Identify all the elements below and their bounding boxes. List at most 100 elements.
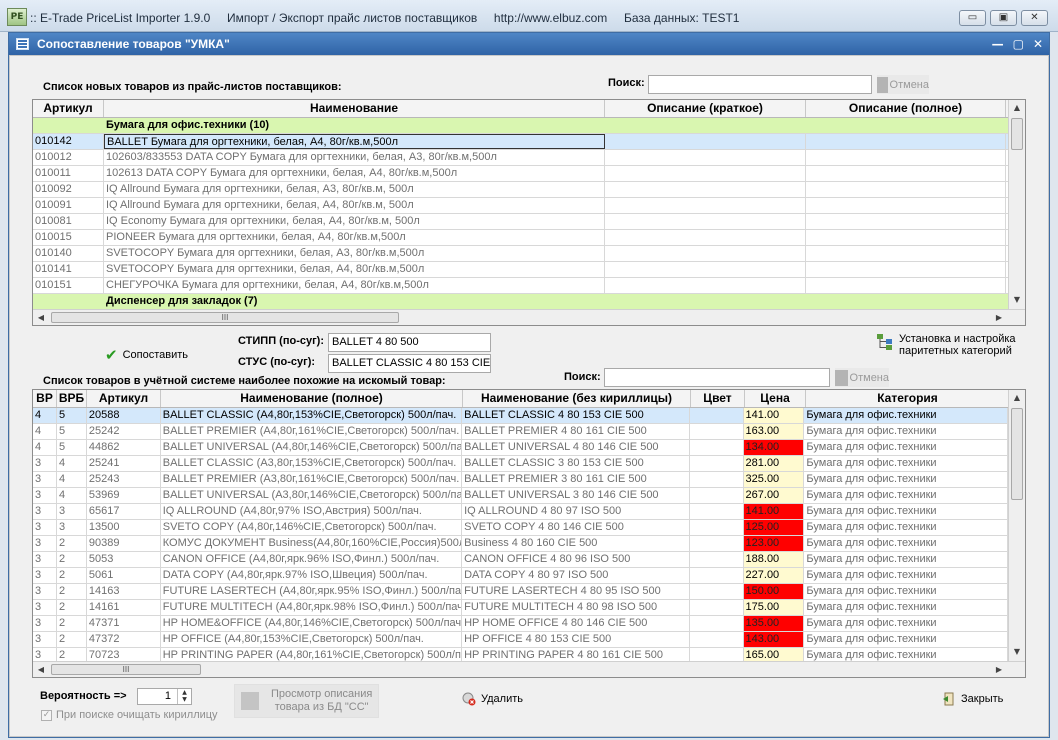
- table-cell[interactable]: HP HOME OFFICE 4 80 146 CIE 500: [462, 616, 690, 631]
- table-cell[interactable]: 010140: [33, 246, 104, 261]
- table-cell[interactable]: 3: [33, 536, 57, 551]
- table-row[interactable]: 3 4 25241 BALLET CLASSIC (A3,80г,153%CIE,Св…: [33, 456, 1008, 472]
- table-cell[interactable]: BALLET PREMIER (A4,80г,161%CIE,Светогорс…: [161, 424, 463, 439]
- table-cell[interactable]: 14163: [87, 584, 161, 599]
- table-cell[interactable]: [690, 632, 744, 647]
- table-cell[interactable]: CANON OFFICE 4 80 96 ISO 500: [462, 552, 690, 567]
- table-cell[interactable]: IQ ALLROUND (A4,80г,97% ISO,Австрия) 500…: [161, 504, 463, 519]
- bottom-horizontal-scrollbar[interactable]: ◀ III ▶: [33, 661, 1025, 677]
- col-name[interactable]: Наименование: [104, 100, 605, 117]
- scroll-right-icon[interactable]: ▶: [991, 662, 1007, 677]
- table-cell[interactable]: 3: [33, 600, 57, 615]
- table-cell[interactable]: 102603/833553 DATA COPY Бумага для оргте…: [104, 150, 605, 165]
- scroll-up-icon[interactable]: ▲: [1009, 390, 1025, 406]
- table-cell[interactable]: [33, 118, 104, 133]
- col-vr[interactable]: ВР: [33, 390, 57, 407]
- table-cell[interactable]: СНЕГУРОЧКА Бумага для оргтехники, белая,…: [104, 278, 605, 293]
- table-row[interactable]: 010141 SVETOCOPY Бумага для оргтехники, б…: [33, 262, 1008, 278]
- table-cell[interactable]: 44862: [87, 440, 161, 455]
- table-cell[interactable]: Бумага для офис.техники: [804, 440, 1008, 455]
- table-cell[interactable]: DATA COPY 4 80 97 ISO 500: [462, 568, 690, 583]
- hscroll-thumb[interactable]: III: [51, 664, 201, 675]
- table-cell[interactable]: 010011: [33, 166, 104, 181]
- table-cell[interactable]: Бумага для офис.техники: [804, 568, 1008, 583]
- table-cell[interactable]: SVETOCOPY Бумага для оргтехники, белая, …: [104, 262, 605, 277]
- table-row[interactable]: 3 4 25243 BALLET PREMIER (A3,80г,161%CIE,Св…: [33, 472, 1008, 488]
- table-cell[interactable]: BALLET UNIVERSAL (A3,80г,146%CIE,Светого…: [161, 488, 463, 503]
- col-full-name[interactable]: Наименование (полное): [161, 390, 463, 407]
- table-cell[interactable]: 25242: [87, 424, 161, 439]
- table-cell[interactable]: 3: [33, 520, 57, 535]
- table-cell[interactable]: Бумага для офис.техники: [804, 536, 1008, 551]
- table-row[interactable]: 4 5 25242 BALLET PREMIER (A4,80г,161%CIE,Св…: [33, 424, 1008, 440]
- table-row[interactable]: 4 5 20588 BALLET CLASSIC (A4,80г,153%CIE,Св…: [33, 408, 1008, 424]
- table-cell[interactable]: 14161: [87, 600, 161, 615]
- table-cell[interactable]: [605, 214, 806, 229]
- table-cell[interactable]: DATA COPY (A4,80г,ярк.97% ISO,Швеция) 50…: [161, 568, 463, 583]
- table-cell[interactable]: Бумага для офис.техники: [804, 424, 1008, 439]
- table-cell[interactable]: Business 4 80 160 CIE 500: [462, 536, 690, 551]
- new-items-grid[interactable]: Артикул Наименование Описание (краткое) …: [32, 99, 1026, 326]
- table-cell[interactable]: BALLET UNIVERSAL 4 80 146 CIE 500: [462, 440, 690, 455]
- table-cell[interactable]: 2: [57, 600, 87, 615]
- stipp-field[interactable]: BALLET 4 80 500: [328, 333, 491, 352]
- col-article[interactable]: Артикул: [33, 100, 104, 117]
- table-row[interactable]: 010142 BALLET Бумага для оргтехники, бела…: [33, 134, 1008, 150]
- table-cell[interactable]: 3: [33, 584, 57, 599]
- stus-field[interactable]: BALLET CLASSIC 4 80 153 CIE 500: [328, 354, 491, 373]
- table-cell[interactable]: 010012: [33, 150, 104, 165]
- top-horizontal-scrollbar[interactable]: ◀ III ▶: [33, 309, 1025, 325]
- table-cell[interactable]: [605, 118, 806, 133]
- table-cell[interactable]: [690, 520, 744, 535]
- price-cell[interactable]: 163.00: [743, 424, 805, 439]
- price-cell[interactable]: 227.00: [743, 568, 805, 583]
- table-cell[interactable]: 25241: [87, 456, 161, 471]
- table-cell[interactable]: КОМУС ДОКУМЕНТ Business(A4,80г,160%CIE,Р…: [161, 536, 463, 551]
- table-cell[interactable]: [690, 552, 744, 567]
- table-cell[interactable]: 010015: [33, 230, 104, 245]
- table-cell[interactable]: [33, 294, 104, 309]
- table-cell[interactable]: Бумага для офис.техники: [804, 552, 1008, 567]
- table-cell[interactable]: 4: [33, 424, 57, 439]
- table-cell[interactable]: 3: [33, 504, 57, 519]
- price-cell[interactable]: 175.00: [743, 600, 805, 615]
- table-cell[interactable]: Бумага для офис.техники: [804, 472, 1008, 487]
- col-article[interactable]: Артикул: [87, 390, 161, 407]
- price-cell[interactable]: 135.00: [743, 616, 805, 631]
- price-cell[interactable]: 188.00: [743, 552, 805, 567]
- close-button[interactable]: Закрыть: [942, 692, 1003, 706]
- table-cell[interactable]: [690, 472, 744, 487]
- table-cell[interactable]: 5: [57, 424, 87, 439]
- app-maximize-button[interactable]: ▣: [990, 10, 1017, 26]
- table-cell[interactable]: BALLET CLASSIC 3 80 153 CIE 500: [462, 456, 690, 471]
- table-cell[interactable]: 010081: [33, 214, 104, 229]
- table-cell[interactable]: BALLET PREMIER (A3,80г,161%CIE,Светогорс…: [161, 472, 463, 487]
- table-cell[interactable]: Бумага для офис.техники: [804, 600, 1008, 615]
- price-cell[interactable]: 141.00: [743, 408, 805, 423]
- window-maximize-button[interactable]: ▢: [1013, 33, 1024, 55]
- bottom-cancel-button[interactable]: Отмена: [835, 368, 889, 387]
- table-cell[interactable]: [806, 262, 1006, 277]
- table-row[interactable]: 3 4 53969 BALLET UNIVERSAL (A3,80г,146%CIE,…: [33, 488, 1008, 504]
- table-cell[interactable]: [806, 214, 1006, 229]
- table-row[interactable]: 3 3 65617 IQ ALLROUND (A4,80г,97% ISO,Австр…: [33, 504, 1008, 520]
- top-vertical-scrollbar[interactable]: ▲ ▼: [1008, 100, 1025, 309]
- scroll-up-icon[interactable]: ▲: [1009, 100, 1025, 116]
- table-cell[interactable]: [605, 246, 806, 261]
- stepper-arrows-icon[interactable]: ▲ ▼: [177, 689, 191, 704]
- table-cell[interactable]: BALLET CLASSIC (A3,80г,153%CIE,Светогорс…: [161, 456, 463, 471]
- table-cell[interactable]: [690, 600, 744, 615]
- table-cell[interactable]: 010091: [33, 198, 104, 213]
- table-cell[interactable]: 010151: [33, 278, 104, 293]
- table-cell[interactable]: 2: [57, 632, 87, 647]
- table-cell[interactable]: Бумага для офис.техники: [804, 504, 1008, 519]
- table-cell[interactable]: [690, 584, 744, 599]
- app-close-button[interactable]: ✕: [1021, 10, 1048, 26]
- table-cell[interactable]: 3: [33, 488, 57, 503]
- table-cell[interactable]: [605, 278, 806, 293]
- table-cell[interactable]: BALLET UNIVERSAL 3 80 146 CIE 500: [462, 488, 690, 503]
- table-row[interactable]: 3 2 47372 HP OFFICE (A4,80г,153%CIE,Светого…: [33, 632, 1008, 648]
- col-full-desc[interactable]: Описание (полное): [806, 100, 1006, 117]
- window-minimize-button[interactable]: —: [992, 33, 1004, 55]
- price-cell[interactable]: 125.00: [743, 520, 805, 535]
